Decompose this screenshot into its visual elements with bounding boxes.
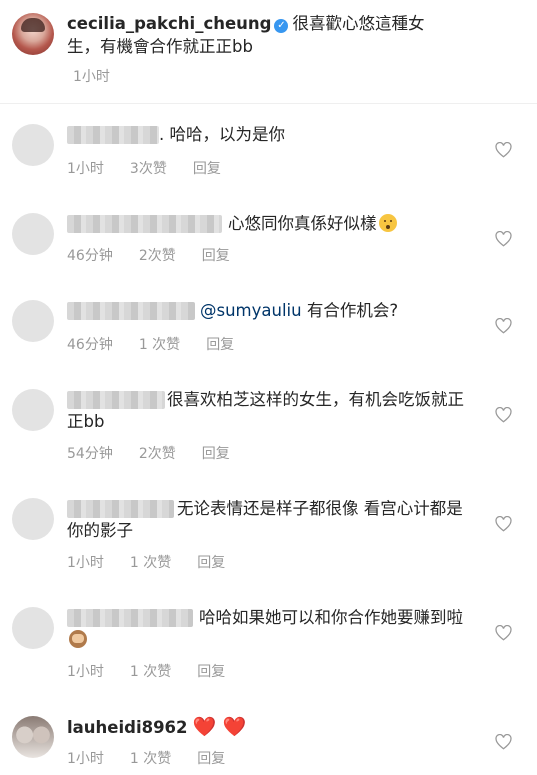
heart-outline-icon[interactable] [495, 625, 512, 641]
comment-time: 46分钟 [67, 248, 113, 264]
commenter-username[interactable]: lauheidi8962 [67, 718, 188, 737]
comment-text: 哈哈如果她可以和你合作她要赚到啦 [67, 607, 467, 651]
verified-icon: ✓ [274, 19, 289, 33]
poster-username[interactable]: cecilia_pakchi_cheung [67, 14, 271, 33]
comment-item: 无论表情还是样子都很像 看宫心计都是你的影子 1小时 1 次赞 回复 [0, 490, 537, 580]
blurred-username [67, 302, 195, 320]
commenter-avatar[interactable] [12, 213, 54, 255]
comment-item: 心悠同你真係好似樣 46分钟 2次赞 回复 [0, 205, 537, 275]
comment-body: 哈哈如果她可以和你合作她要赚到啦 [199, 608, 463, 627]
blurred-username [67, 215, 222, 233]
comment-text: 心悠同你真係好似樣 [228, 213, 397, 235]
comment-text: . 哈哈，以为是你 [159, 125, 285, 144]
commenter-avatar[interactable] [12, 389, 54, 431]
heart-outline-icon[interactable] [495, 734, 512, 750]
reply-button[interactable]: 回复 [197, 751, 225, 767]
commenter-avatar[interactable] [12, 607, 54, 649]
heart-outline-icon[interactable] [495, 142, 512, 158]
comment-likes[interactable]: 1 次赞 [130, 664, 171, 680]
comment-time: 54分钟 [67, 446, 113, 462]
comment-likes[interactable]: 2次赞 [139, 446, 176, 462]
comment-text: 无论表情还是样子都很像 看宫心计都是你的影子 [67, 499, 463, 540]
comment-time: 1小时 [67, 161, 104, 177]
comment-item: lauheidi8962 ❤️ ❤️ 1小时 1 次赞 回复 [0, 708, 537, 775]
comment-body: 心悠同你真係好似樣 [228, 214, 377, 233]
comment-item: 哈哈如果她可以和你合作她要赚到啦 1小时 1 次赞 回复 [0, 599, 537, 689]
comment-time: 46分钟 [67, 337, 113, 353]
comment-body: 有合作机会? [301, 301, 399, 320]
reply-button[interactable]: 回复 [197, 664, 225, 680]
commenter-avatar[interactable] [12, 124, 54, 166]
comment-time: 1小时 [67, 664, 104, 680]
commenter-avatar[interactable] [12, 716, 54, 758]
comment-time: 1小时 [67, 555, 104, 571]
reply-button[interactable]: 回复 [202, 248, 230, 264]
comment-likes[interactable]: 1 次赞 [139, 337, 180, 353]
blurred-username [67, 126, 159, 144]
divider [0, 103, 537, 104]
comment-item: . 哈哈，以为是你 1小时 3次赞 回复 [0, 116, 537, 186]
comment-likes[interactable]: 1 次赞 [130, 751, 171, 767]
comment-likes[interactable]: 1 次赞 [130, 555, 171, 571]
post-caption: cecilia_pakchi_cheung ✓ 很喜歡心悠這種女生，有機會合作就正正… [0, 0, 537, 103]
commenter-avatar[interactable] [12, 300, 54, 342]
heart-outline-icon[interactable] [495, 516, 512, 532]
heart-outline-icon[interactable] [495, 318, 512, 334]
heart-outline-icon[interactable] [495, 407, 512, 423]
comment-text: @sumyauliu 有合作机会? [200, 300, 398, 322]
comment-item: 很喜欢柏芝这样的女生，有机会吃饭就正正bb 54分钟 2次赞 回复 [0, 381, 537, 471]
comment-likes[interactable]: 3次赞 [130, 161, 167, 177]
comment-text: 很喜欢柏芝这样的女生，有机会吃饭就正正bb [67, 390, 464, 431]
mention-link[interactable]: @sumyauliu [200, 301, 302, 320]
commenter-avatar[interactable] [12, 498, 54, 540]
see-no-evil-monkey-emoji-icon [69, 630, 87, 648]
caption-text: cecilia_pakchi_cheung ✓ 很喜歡心悠這種女生，有機會合作就正正… [67, 12, 447, 58]
reply-button[interactable]: 回复 [202, 446, 230, 462]
reply-button[interactable]: 回复 [206, 337, 234, 353]
comment-item: @sumyauliu 有合作机会? 46分钟 1 次赞 回复 [0, 292, 537, 362]
reply-button[interactable]: 回复 [193, 161, 221, 177]
red-heart-emoji-icon: ❤️ ❤️ [192, 716, 247, 738]
caption-time: 1小时 [73, 69, 110, 85]
poster-avatar[interactable] [12, 13, 54, 55]
comment-time: 1小时 [67, 751, 104, 767]
hushed-face-emoji-icon [378, 214, 397, 232]
heart-outline-icon[interactable] [495, 231, 512, 247]
reply-button[interactable]: 回复 [197, 555, 225, 571]
comment-text: lauheidi8962 ❤️ ❤️ [67, 716, 246, 739]
comment-likes[interactable]: 2次赞 [139, 248, 176, 264]
